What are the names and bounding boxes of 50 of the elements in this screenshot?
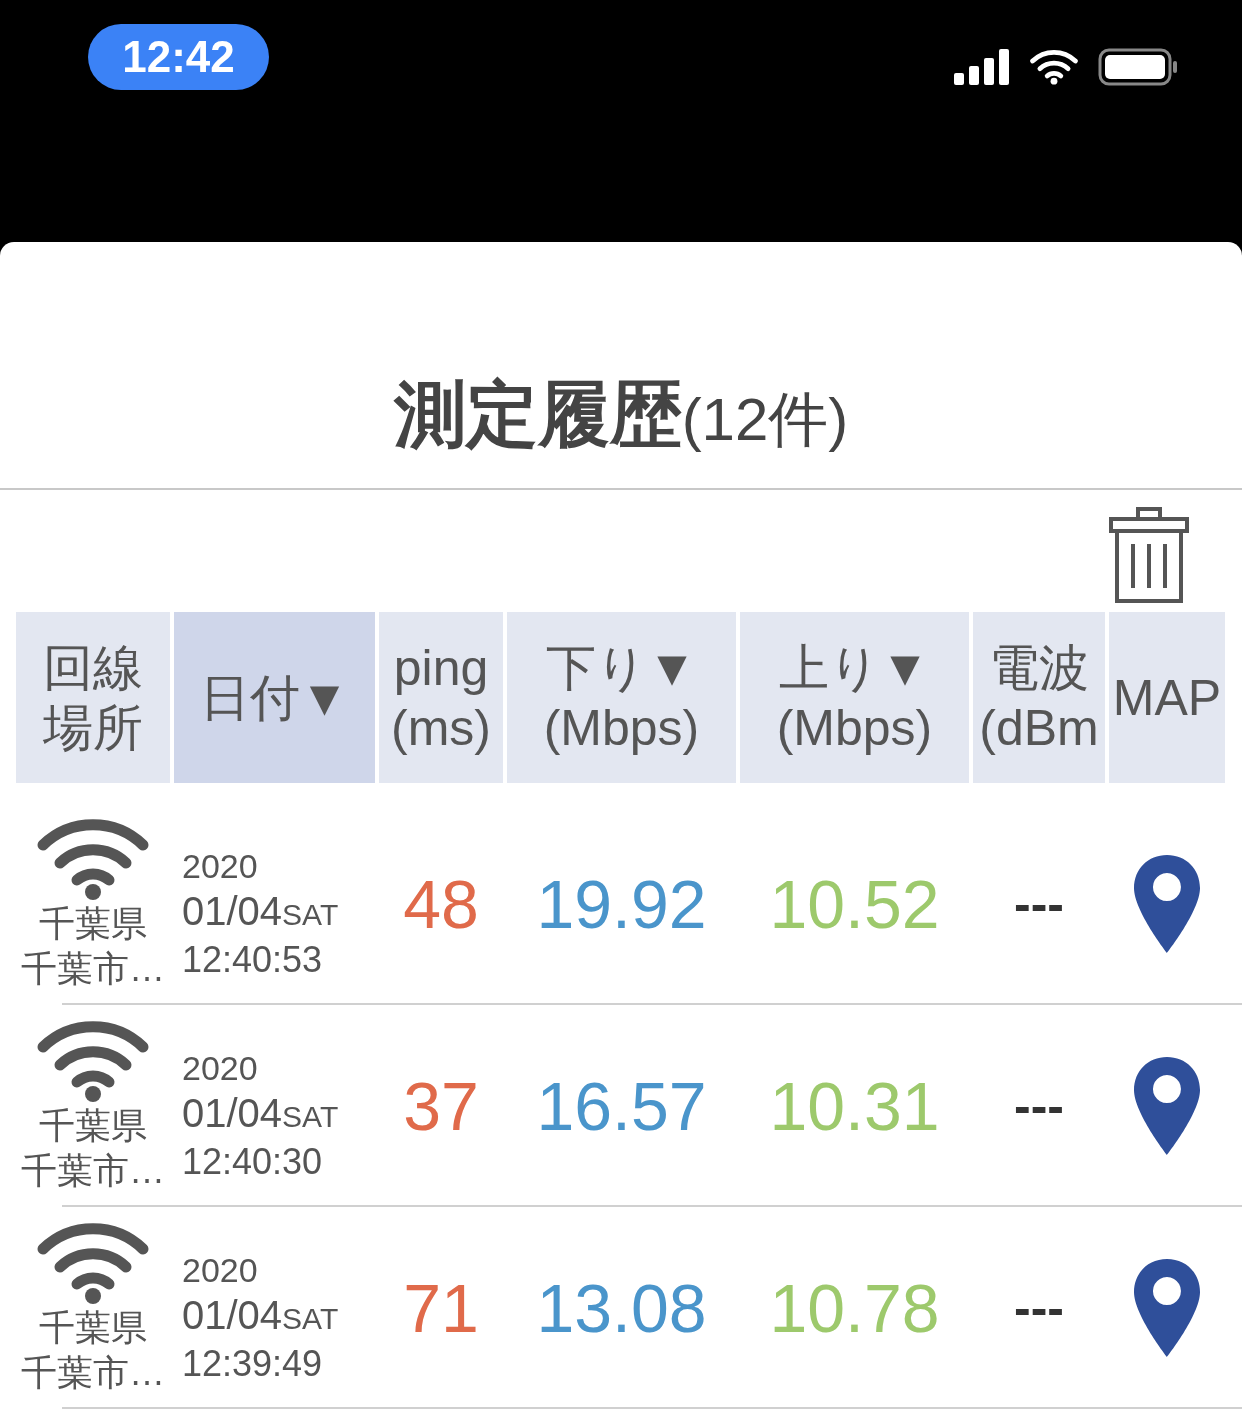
status-time: 12:42 — [88, 24, 269, 90]
column-header[interactable]: 上り▼ (Mbps) — [740, 612, 969, 783]
weekday-text: SAT — [282, 897, 339, 934]
date-year: 2020 — [182, 1250, 259, 1291]
map-pin-icon[interactable] — [1132, 853, 1202, 955]
date-text: 01/04 — [182, 888, 283, 935]
weekday-text: SAT — [282, 1099, 339, 1136]
upload-value: 10.52 — [768, 865, 941, 944]
column-header[interactable]: 電波 (dBm — [973, 612, 1105, 783]
map-pin-icon[interactable] — [1132, 1257, 1202, 1359]
download-value: 13.08 — [535, 1269, 708, 1348]
wifi-icon — [37, 1221, 149, 1305]
ping-value: 37 — [402, 1067, 480, 1146]
wifi-icon — [37, 817, 149, 901]
column-header[interactable]: MAP — [1109, 612, 1225, 783]
location-text: 千葉県 — [39, 902, 147, 946]
ping-value: 48 — [402, 865, 480, 944]
screen-title: 測定履歴 — [393, 378, 682, 450]
signal-value: --- — [1013, 874, 1065, 934]
signal-value: --- — [1013, 1278, 1065, 1338]
column-header[interactable]: 日付▼ — [174, 612, 375, 783]
signal-icon — [954, 49, 1010, 85]
time-text: 12:40:53 — [182, 938, 324, 983]
location-text: 千葉県 — [39, 1306, 147, 1350]
trash-icon[interactable] — [1108, 506, 1190, 604]
battery-icon — [1098, 48, 1178, 86]
date-text: 01/04 — [182, 1292, 283, 1339]
time-text: 12:40:30 — [182, 1140, 324, 1185]
location-text: 千葉市… — [21, 1149, 165, 1193]
signal-value: --- — [1013, 1076, 1065, 1136]
ping-value: 71 — [402, 1269, 480, 1348]
location-text: 千葉県 — [39, 1104, 147, 1148]
download-value: 16.57 — [535, 1067, 708, 1146]
upload-value: 10.31 — [768, 1067, 941, 1146]
date-text: 01/04 — [182, 1090, 283, 1137]
record-count: (12件) — [681, 390, 849, 450]
column-header[interactable]: ping (ms) — [379, 612, 503, 783]
date-year: 2020 — [182, 1048, 259, 1089]
time-text: 12:39:49 — [182, 1342, 324, 1387]
column-header[interactable]: 下り▼ (Mbps) — [507, 612, 736, 783]
wifi-icon — [37, 1019, 149, 1103]
column-header[interactable]: 回線 場所 — [16, 612, 170, 783]
upload-value: 10.78 — [768, 1269, 941, 1348]
location-text: 千葉市… — [21, 947, 165, 991]
download-value: 19.92 — [535, 865, 708, 944]
location-text: 千葉市… — [21, 1351, 165, 1395]
wifi-icon — [1030, 49, 1078, 85]
date-year: 2020 — [182, 846, 259, 887]
weekday-text: SAT — [282, 1301, 339, 1338]
map-pin-icon[interactable] — [1132, 1055, 1202, 1157]
